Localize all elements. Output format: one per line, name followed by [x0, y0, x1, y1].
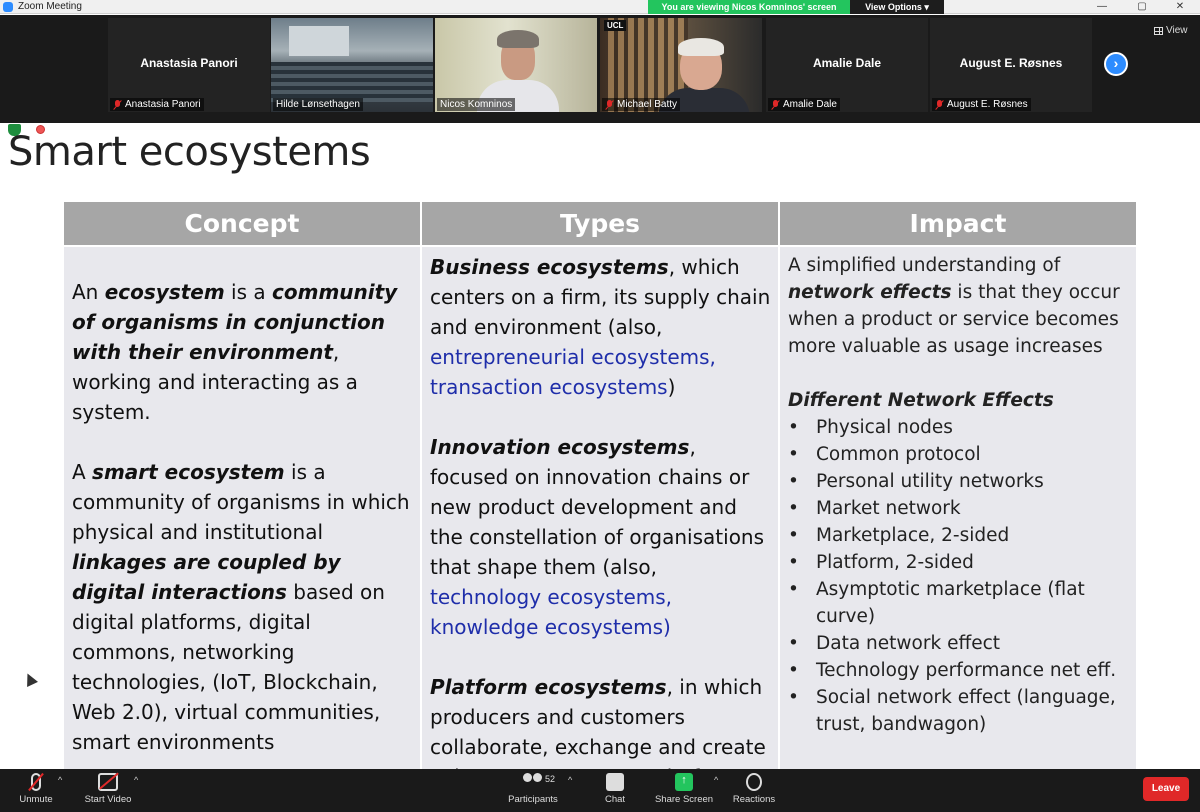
- reactions-label: Reactions: [732, 794, 776, 805]
- network-effects-list: Physical nodes Common protocol Personal …: [788, 414, 1128, 738]
- zoom-logo-icon: [3, 2, 13, 12]
- view-options-button[interactable]: View Options ▾: [850, 0, 944, 14]
- types-column: Business ecosystems, which centers on a …: [422, 247, 778, 769]
- unmute-button[interactable]: Unmute: [10, 773, 62, 805]
- chat-label: Chat: [604, 794, 626, 805]
- shared-screen: Smart ecosystems Concept Types Impact An…: [0, 123, 1200, 769]
- impact-column: A simplified understanding of network ef…: [780, 247, 1136, 769]
- participant-tile-august-rosnes[interactable]: August E. Røsnes August E. Røsnes: [930, 18, 1092, 112]
- participant-tile-amalie-dale[interactable]: Amalie Dale Amalie Dale: [766, 18, 928, 112]
- mouse-cursor-icon: [22, 671, 38, 687]
- participants-count: 52: [545, 774, 556, 784]
- participant-label-text: Michael Batty: [617, 99, 678, 110]
- participant-gallery: Anastasia Panori Anastasia Panori Hilde …: [0, 15, 1200, 123]
- header-types: Types: [422, 202, 778, 245]
- participant-label-text: Nicos Komninos: [440, 99, 513, 110]
- start-video-label: Start Video: [84, 794, 132, 805]
- zoom-window: Zoom Meeting — ▢ ✕ You are viewing Nicos…: [0, 0, 1200, 812]
- chat-button[interactable]: Chat: [598, 773, 632, 805]
- participant-label: Michael Batty: [602, 98, 681, 111]
- list-item: Technology performance net eff.: [788, 657, 1128, 684]
- ucl-logo: UCL: [604, 20, 627, 31]
- share-screen-button[interactable]: ↑ Share Screen: [652, 773, 716, 805]
- smart-ecosystem-definition: A smart ecosystem is a community of orga…: [72, 460, 410, 754]
- mic-muted-icon: [113, 99, 122, 110]
- share-screen-icon: ↑: [675, 773, 693, 791]
- header-impact: Impact: [780, 202, 1136, 245]
- share-options-caret-icon[interactable]: ^: [714, 775, 718, 785]
- title-bar: Zoom Meeting — ▢ ✕: [0, 0, 1200, 14]
- viewing-screen-banner: You are viewing Nicos Komninos' screen: [648, 0, 850, 14]
- participant-label: Amalie Dale: [768, 98, 840, 111]
- participants-icon: [521, 773, 545, 791]
- mic-muted-icon: [605, 99, 614, 110]
- participant-label: Hilde Lønsethagen: [273, 98, 363, 111]
- participant-tile-hilde-lonsethagen[interactable]: Hilde Lønsethagen: [271, 18, 433, 112]
- list-item: Marketplace, 2-sided: [788, 522, 1128, 549]
- reactions-icon: [746, 773, 762, 791]
- participant-tile-nicos-komninos[interactable]: Nicos Komninos: [435, 18, 597, 112]
- innovation-ecosystems: Innovation ecosystems, focused on innova…: [430, 435, 765, 639]
- platform-ecosystems: Platform ecosystems, in which producers …: [430, 675, 766, 769]
- ecosystem-definition: An ecosystem is a community of organisms…: [72, 280, 398, 424]
- unmute-label: Unmute: [19, 794, 53, 805]
- camera-off-icon: [98, 773, 118, 791]
- slide-title: Smart ecosystems: [8, 129, 371, 175]
- list-item: Personal utility networks: [788, 468, 1128, 495]
- next-page-arrow-icon[interactable]: ›: [1104, 52, 1128, 76]
- mic-muted-icon: [935, 99, 944, 110]
- video-options-caret-icon[interactable]: ^: [134, 775, 138, 785]
- minimize-button[interactable]: —: [1082, 0, 1122, 14]
- participant-name: Amalie Dale: [812, 56, 882, 70]
- business-ecosystems: Business ecosystems, which centers on a …: [430, 255, 771, 399]
- list-item: Physical nodes: [788, 414, 1128, 441]
- list-item: Market network: [788, 495, 1128, 522]
- mic-muted-icon: [771, 99, 780, 110]
- participant-label-text: Anastasia Panori: [125, 99, 201, 110]
- participant-label-text: Amalie Dale: [783, 99, 837, 110]
- participant-label-text: Hilde Lønsethagen: [276, 99, 360, 110]
- share-screen-label: Share Screen: [654, 794, 714, 805]
- reactions-button[interactable]: Reactions: [730, 773, 778, 805]
- start-video-button[interactable]: Start Video: [80, 773, 136, 805]
- participant-label: August E. Røsnes: [932, 98, 1031, 111]
- list-item: Asymptotic marketplace (flat curve): [788, 576, 1128, 630]
- participant-label: Anastasia Panori: [110, 98, 204, 111]
- participant-name: August E. Røsnes: [959, 56, 1063, 70]
- participants-label: Participants: [508, 794, 558, 805]
- participant-tile-anastasia-panori[interactable]: Anastasia Panori Anastasia Panori: [108, 18, 270, 112]
- chat-icon: [606, 773, 624, 791]
- list-item: Platform, 2-sided: [788, 549, 1128, 576]
- participant-label-text: August E. Røsnes: [947, 99, 1028, 110]
- window-title: Zoom Meeting: [18, 1, 82, 12]
- participant-label: Nicos Komninos: [437, 98, 516, 111]
- slide-table: Concept Types Impact An ecosystem is a c…: [64, 202, 1136, 769]
- view-layout-button[interactable]: View: [1154, 25, 1188, 36]
- view-label: View: [1166, 25, 1188, 36]
- network-effects-list-title: Different Network Effects: [788, 390, 1054, 411]
- close-button[interactable]: ✕: [1160, 0, 1200, 14]
- audio-options-caret-icon[interactable]: ^: [58, 775, 62, 785]
- participants-caret-icon[interactable]: ^: [568, 775, 572, 785]
- list-item: Data network effect: [788, 630, 1128, 657]
- list-item: Social network effect (language, trust, …: [788, 684, 1128, 738]
- microphone-muted-icon: [31, 773, 41, 791]
- participant-tile-michael-batty[interactable]: UCL Michael Batty: [600, 18, 762, 112]
- network-effects-intro: A simplified understanding of network ef…: [788, 255, 1120, 357]
- grid-view-icon: [1154, 26, 1163, 35]
- maximize-button[interactable]: ▢: [1122, 0, 1162, 14]
- concept-column: An ecosystem is a community of organisms…: [64, 247, 420, 769]
- meeting-toolbar: Unmute ^ Start Video ^ Participants 52 ^…: [0, 769, 1200, 812]
- header-concept: Concept: [64, 202, 420, 245]
- list-item: Common protocol: [788, 441, 1128, 468]
- leave-button[interactable]: Leave: [1143, 777, 1189, 801]
- participant-name: Anastasia Panori: [140, 56, 238, 70]
